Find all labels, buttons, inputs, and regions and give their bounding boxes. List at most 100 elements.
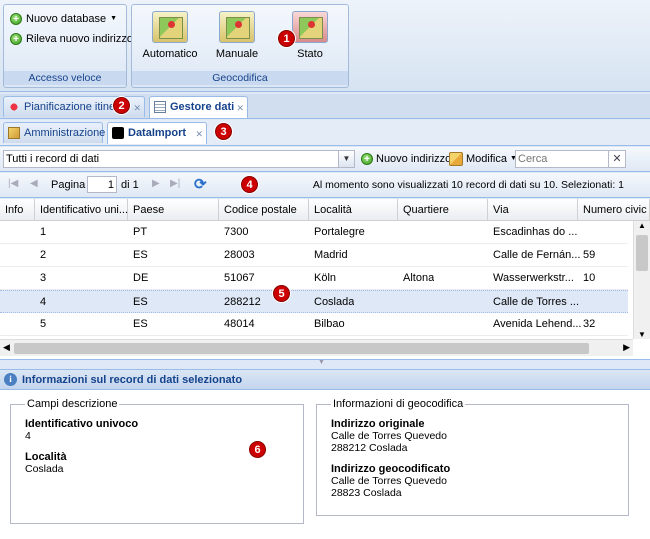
manual-geocode-icon — [219, 11, 255, 43]
details-title: Informazioni sul record di dati selezion… — [22, 374, 243, 386]
filter-toolbar: Tutti i record di dati ▼ Nuovo indirizzo… — [0, 147, 650, 172]
admin-icon — [8, 127, 20, 139]
cell-info — [0, 313, 5, 335]
horizontal-scrollbar[interactable]: ◀ ▶ — [0, 339, 633, 356]
close-icon[interactable]: ✕ — [133, 98, 141, 118]
cell-street: Wasserwerkstr... — [493, 272, 574, 284]
scroll-up-icon[interactable]: ▲ — [638, 221, 646, 230]
next-page-icon[interactable]: ▶ — [152, 178, 160, 189]
original-address-city: 288212 Coslada — [331, 442, 408, 454]
cell-id: 5 — [40, 318, 47, 330]
geocoded-address-city: 28823 Coslada — [331, 487, 402, 499]
add-icon — [10, 31, 22, 49]
scroll-right-icon[interactable]: ▶ — [623, 342, 630, 353]
geocoding-group: Automatico Manuale Stato Geocodifica — [131, 4, 349, 88]
search-input[interactable] — [515, 150, 610, 168]
table-row[interactable]: 1 PT 7300 Portalegre Escadinhas do ... — [0, 221, 628, 244]
refresh-icon[interactable]: ⟳ — [194, 175, 207, 193]
splitter[interactable]: ▼ — [0, 359, 650, 369]
cell-district — [398, 244, 403, 266]
clear-search-icon[interactable]: ✕ — [608, 150, 626, 168]
cell-city: Coslada — [314, 296, 355, 308]
cell-country: DE — [133, 272, 149, 284]
quick-access-group: Nuovo database ▼ Rileva nuovo indirizzo … — [3, 4, 133, 88]
col-id[interactable]: Identificativo uni... — [35, 199, 128, 221]
vertical-scrollbar[interactable]: ▲ ▼ — [633, 221, 650, 339]
close-icon[interactable]: ✕ — [195, 124, 203, 144]
col-number[interactable]: Numero civic — [578, 199, 650, 221]
dropdown-arrow-icon: ▼ — [110, 15, 118, 22]
cell-info — [0, 221, 5, 243]
table-row[interactable]: 3 DE 51067 Köln Altona Wasserwerkstr... 10 — [0, 267, 628, 290]
cell-info — [0, 291, 5, 313]
first-page-icon[interactable]: |◀ — [8, 178, 18, 189]
redetect-address-button[interactable]: Rileva nuovo indirizzo — [10, 30, 133, 49]
description-legend: Campi descrizione — [27, 398, 118, 410]
edit-icon — [449, 152, 463, 166]
cell-country: PT — [133, 226, 148, 238]
col-country[interactable]: Paese — [128, 199, 219, 221]
automatic-button[interactable]: Automatico — [140, 11, 200, 65]
record-filter-select[interactable]: Tutti i record di dati ▼ — [3, 150, 355, 168]
chevron-down-icon[interactable]: ▼ — [338, 151, 354, 167]
callout-badge-6: 6 — [249, 441, 266, 458]
tab-administration[interactable]: Amministrazione — [3, 122, 105, 143]
cell-number: 32 — [583, 318, 596, 330]
details-panel: i Informazioni sul record di dati selezi… — [0, 369, 650, 539]
cell-info — [0, 267, 5, 289]
info-icon: i — [4, 373, 17, 386]
callout-badge-5: 5 — [273, 285, 290, 302]
geocoding-legend: Informazioni di geocodifica — [333, 398, 464, 410]
cell-district — [398, 221, 403, 243]
edit-button[interactable]: Modifica ▼ — [449, 150, 517, 168]
close-icon[interactable]: ✕ — [236, 98, 244, 118]
main-tab-strip: Pianificazione itinera ✕ Gestore dati ✕ — [0, 94, 650, 119]
col-district[interactable]: Quartiere — [398, 199, 488, 221]
cell-country: ES — [133, 318, 148, 330]
page-number-input[interactable] — [87, 176, 117, 193]
table-row[interactable]: 2 ES 28003 Madrid Calle de Fernán... 59 — [0, 244, 628, 267]
geocoding-label: Geocodifica — [132, 71, 348, 85]
tab-dataimport[interactable]: DataImport ✕ — [107, 122, 207, 144]
new-database-button[interactable]: Nuovo database ▼ — [10, 10, 118, 29]
col-info[interactable]: Info — [0, 199, 35, 221]
id-value: 4 — [25, 430, 31, 442]
scroll-thumb[interactable] — [636, 235, 648, 271]
scroll-down-icon[interactable]: ▼ — [638, 330, 646, 339]
cell-city: Köln — [314, 272, 337, 284]
original-address-street: Calle de Torres Quevedo — [331, 430, 447, 442]
last-page-icon[interactable]: ▶| — [170, 178, 180, 189]
geocoding-fieldset: Informazioni di geocodifica Indirizzo or… — [316, 398, 629, 516]
col-street[interactable]: Via — [488, 199, 578, 221]
data-grid-icon — [154, 101, 166, 113]
callout-badge-3: 3 — [215, 123, 232, 140]
cell-district: Altona — [403, 272, 435, 284]
page-label: Pagina — [51, 179, 86, 191]
cell-zip: 7300 — [224, 226, 249, 238]
sub-tab-strip: Amministrazione DataImport ✕ — [0, 120, 650, 146]
table-row[interactable]: 5 ES 48014 Bilbao Avenida Lehend... 32 — [0, 313, 628, 336]
tab-data-manager[interactable]: Gestore dati ✕ — [149, 96, 248, 118]
cell-number — [578, 291, 583, 313]
prev-page-icon[interactable]: ◀ — [30, 178, 38, 189]
city-value: Coslada — [25, 463, 64, 475]
add-icon — [10, 11, 22, 29]
new-address-button[interactable]: Nuovo indirizzo — [361, 150, 451, 169]
page-total-label: di 1 — [121, 179, 139, 191]
collapse-icon[interactable]: ▼ — [318, 359, 325, 366]
table-row[interactable]: 4 ES 288212 Coslada Calle de Torres ... — [0, 290, 628, 313]
grid-header: Info Identificativo uni... Paese Codice … — [0, 199, 650, 221]
scroll-left-icon[interactable]: ◀ — [3, 342, 10, 353]
cell-info — [0, 244, 5, 266]
cell-number: 10 — [583, 272, 596, 284]
manual-button[interactable]: Manuale — [207, 11, 267, 65]
add-icon — [361, 151, 373, 169]
cell-street: Calle de Fernán... — [493, 249, 581, 261]
col-city[interactable]: Località — [309, 199, 398, 221]
cell-street: Avenida Lehend... — [493, 318, 582, 330]
cell-zip: 48014 — [224, 318, 255, 330]
scroll-thumb[interactable] — [14, 343, 589, 354]
details-header: i Informazioni sul record di dati selezi… — [0, 370, 650, 390]
col-zip[interactable]: Codice postale — [219, 199, 309, 221]
cell-city: Bilbao — [314, 318, 345, 330]
